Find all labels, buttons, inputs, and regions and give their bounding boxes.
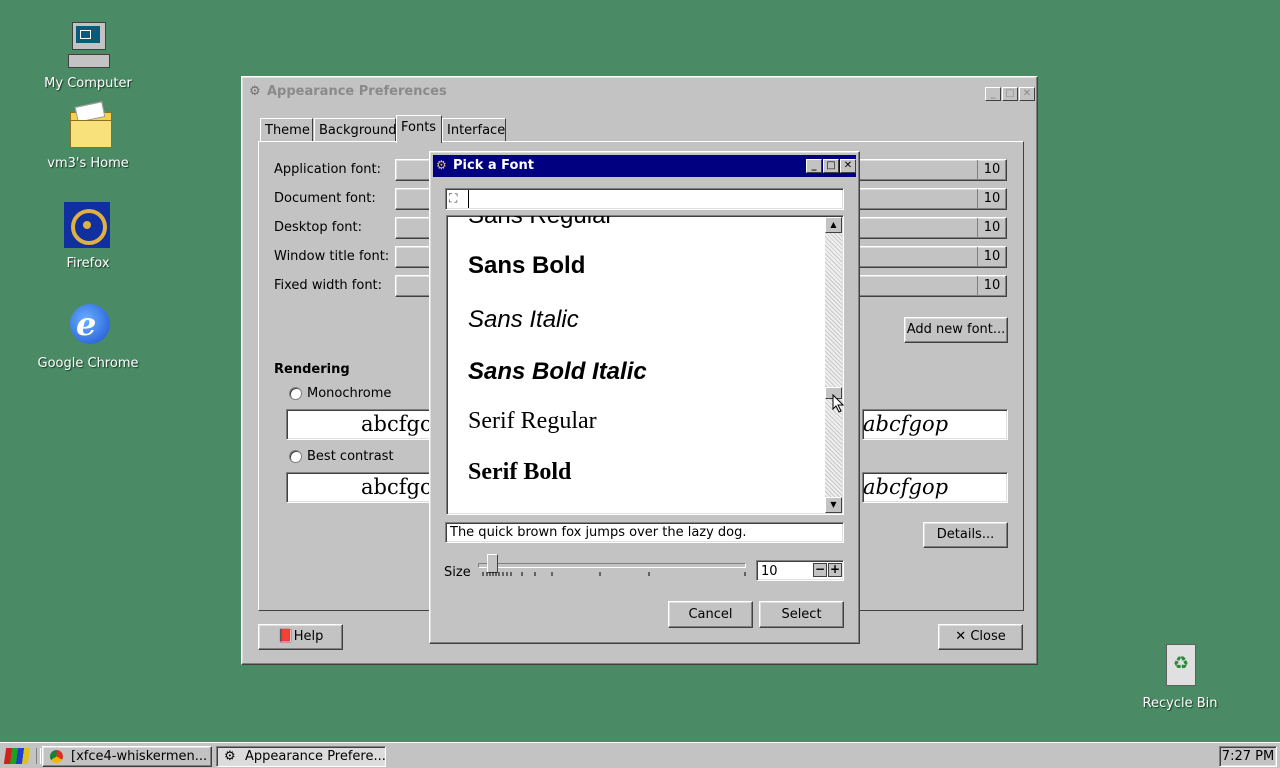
computer-icon [62, 22, 114, 74]
desktop-icon-label: Firefox [66, 256, 110, 271]
minimize-button[interactable]: _ [806, 159, 822, 173]
help-button[interactable]: 📕Help [258, 624, 343, 650]
scroll-down-button[interactable]: ▼ [825, 497, 842, 513]
app-icon: ⚙ [436, 158, 447, 172]
font-size-value: 10 [977, 218, 1006, 238]
slider-ticks [482, 572, 746, 576]
font-preview-field[interactable]: The quick brown fox jumps over the lazy … [445, 522, 844, 543]
windows-logo-icon [3, 748, 31, 764]
tab-background[interactable]: Background [314, 118, 397, 142]
font-size-value: 10 [977, 160, 1006, 180]
monochrome-radio[interactable] [289, 387, 302, 400]
decrement-button[interactable]: − [813, 563, 827, 577]
dialog-title: Pick a Font [453, 158, 534, 173]
close-window-button[interactable]: ✕ [1019, 87, 1035, 101]
font-search-field[interactable]: ⛶ [445, 188, 844, 210]
font-item-sans-italic[interactable]: Sans Italic [468, 306, 579, 334]
start-menu-button[interactable] [3, 746, 35, 766]
desktop-icon-label: vm3's Home [47, 156, 129, 171]
size-slider[interactable] [478, 554, 746, 580]
increment-button[interactable]: + [828, 563, 842, 577]
minimize-button[interactable]: _ [985, 87, 1001, 101]
chrome-icon [50, 750, 63, 763]
font-item-sans-bold[interactable]: Sans Bold [468, 252, 585, 280]
taskbar-handle [36, 748, 41, 764]
maximize-button[interactable]: □ [823, 159, 839, 173]
pick-a-font-dialog: ⚙ Pick a Font _ □ ✕ ⛶ Sans Regular Sans … [429, 151, 860, 644]
desktop-icon-label: Recycle Bin [1142, 696, 1218, 711]
add-new-font-button[interactable]: Add new font... [904, 317, 1008, 343]
best-contrast-label: Best contrast [307, 449, 394, 464]
desktop-icon-recycle-bin[interactable]: ♻ Recycle Bin [1120, 642, 1240, 711]
monochrome-label: Monochrome [307, 386, 392, 401]
ship-wheel-icon [62, 202, 114, 254]
font-item-sans-regular[interactable]: Sans Regular [468, 216, 613, 230]
best-contrast-preview-left: abcfgop [286, 472, 446, 503]
document-font-label: Document font: [274, 191, 376, 206]
task-whiskermenu[interactable]: [xfce4-whiskermen... [42, 746, 212, 767]
window-title: Appearance Preferences [267, 84, 447, 99]
desktop-icon-firefox[interactable]: Firefox [28, 202, 148, 271]
desktop-icon-home[interactable]: vm3's Home [28, 101, 148, 171]
font-search-input[interactable] [468, 190, 843, 208]
ie-icon: e [62, 302, 114, 354]
window-title-font-label: Window title font: [274, 249, 390, 264]
slider-track [478, 563, 746, 568]
desktop-icon-label: My Computer [44, 76, 132, 91]
desktop-font-label: Desktop font: [274, 220, 362, 235]
select-button[interactable]: Select [759, 601, 844, 628]
font-item-sans-bold-italic[interactable]: Sans Bold Italic [468, 358, 647, 386]
title-bar[interactable]: ⚙ Appearance Preferences _ □ ✕ [245, 80, 1035, 104]
tab-theme[interactable]: Theme [260, 118, 313, 142]
fixed-width-font-label: Fixed width font: [274, 278, 383, 293]
font-size-value: 10 [977, 189, 1006, 209]
font-list: Sans Regular Sans Bold Sans Italic Sans … [446, 215, 844, 515]
rendering-heading: Rendering [274, 362, 350, 377]
font-item-serif-bold[interactable]: Serif Bold [468, 459, 571, 486]
scroll-up-button[interactable]: ▲ [825, 217, 842, 233]
font-list-scrollbar[interactable]: ▲ ▼ [825, 217, 842, 513]
size-spin-field[interactable]: − + [756, 560, 844, 581]
cancel-button[interactable]: Cancel [668, 601, 753, 628]
best-contrast-preview-right: abcfgop [862, 472, 1008, 503]
app-icon: ⚙ [224, 749, 236, 764]
slider-thumb[interactable] [487, 554, 498, 573]
font-size-value: 10 [977, 247, 1006, 267]
help-book-icon: 📕 [277, 629, 294, 644]
monochrome-preview-right: abcfgop [862, 409, 1008, 440]
size-label: Size [444, 565, 471, 580]
best-contrast-radio[interactable] [289, 450, 302, 463]
binoculars-icon: ⛶ [449, 191, 458, 205]
desktop-icon-google-chrome[interactable]: e Google Chrome [28, 302, 148, 371]
font-item-serif-regular[interactable]: Serif Regular [468, 408, 597, 435]
folder-icon [62, 101, 114, 154]
monochrome-preview-left: abcfgop [286, 409, 446, 440]
maximize-button[interactable]: □ [1002, 87, 1018, 101]
recycle-bin-icon: ♻ [1154, 642, 1206, 694]
tab-fonts[interactable]: Fonts [396, 115, 442, 143]
close-x-icon: ✕ [955, 629, 967, 644]
close-button[interactable]: ✕ Close [938, 624, 1023, 650]
tab-interface[interactable]: Interface [442, 118, 506, 142]
close-window-button[interactable]: ✕ [840, 159, 856, 173]
font-size-value: 10 [977, 276, 1006, 296]
clock: 7:27 PM [1219, 746, 1277, 767]
application-font-label: Application font: [274, 162, 382, 177]
task-appearance-preferences[interactable]: ⚙ Appearance Prefere... [216, 746, 386, 767]
size-input[interactable] [759, 562, 813, 581]
title-bar[interactable]: ⚙ Pick a Font _ □ ✕ [433, 155, 856, 177]
taskbar: [xfce4-whiskermen... ⚙ Appearance Prefer… [0, 742, 1280, 768]
mouse-pointer-icon [832, 394, 845, 413]
desktop-icon-my-computer[interactable]: My Computer [28, 22, 148, 91]
details-button[interactable]: Details... [923, 522, 1008, 548]
desktop-icon-label: Google Chrome [37, 356, 139, 371]
app-icon: ⚙ [249, 84, 261, 99]
